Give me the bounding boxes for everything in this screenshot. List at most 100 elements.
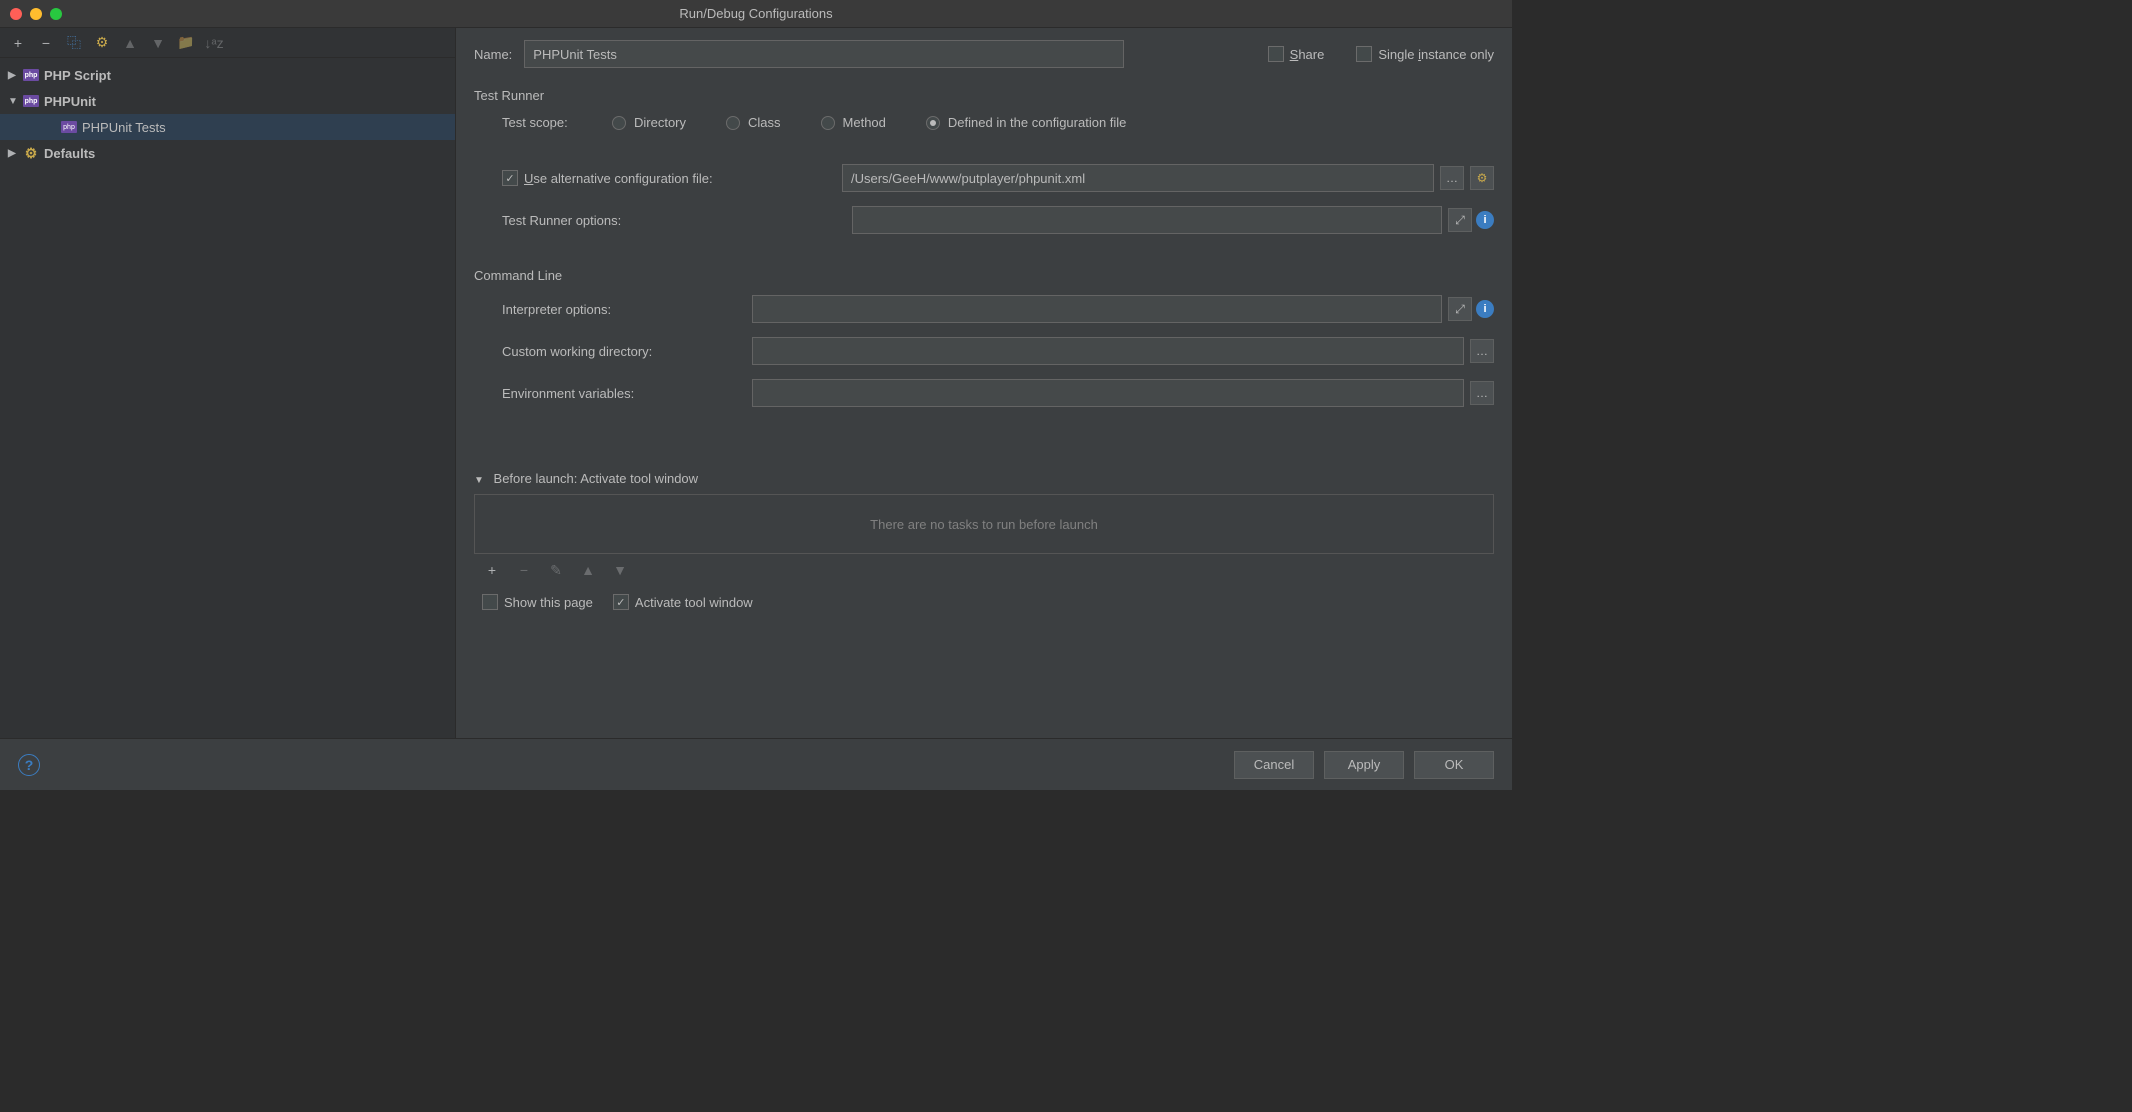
chevron-right-icon: ▶ <box>8 148 22 159</box>
expand-interpreter-button[interactable]: ⤢ <box>1448 297 1472 321</box>
close-window-button[interactable] <box>10 8 22 20</box>
config-settings-button[interactable]: ⚙ <box>1470 166 1494 190</box>
gear-icon: ⚙ <box>22 145 40 162</box>
before-launch-toolbar: + − ✎ ▲ ▼ <box>474 554 1494 586</box>
before-launch-title: Before launch: Activate tool window <box>494 471 699 486</box>
php-icon: php <box>60 121 78 133</box>
activate-tool-checkbox[interactable] <box>613 594 629 610</box>
before-launch-checks: Show this page Activate tool window <box>474 586 1494 618</box>
runner-options-row: Test Runner options: ⤢ i <box>474 206 1494 234</box>
browse-env-vars-button[interactable]: … <box>1470 381 1494 405</box>
copy-config-button[interactable]: ⿻ <box>64 33 84 53</box>
show-page-checkbox-wrap[interactable]: Show this page <box>482 594 593 610</box>
working-dir-input[interactable] <box>752 337 1464 365</box>
titlebar: Run/Debug Configurations <box>0 0 1512 28</box>
env-vars-label: Environment variables: <box>502 386 752 401</box>
test-runner-title: Test Runner <box>474 88 1494 103</box>
test-scope-label: Test scope: <box>502 115 612 130</box>
help-button[interactable]: ? <box>18 754 40 776</box>
radio-class[interactable]: Class <box>726 115 781 130</box>
runner-options-input[interactable] <box>852 206 1442 234</box>
test-scope-radio-group: Directory Class Method Defined in the co… <box>612 115 1126 130</box>
working-dir-row: Custom working directory: … <box>474 337 1494 365</box>
minimize-window-button[interactable] <box>30 8 42 20</box>
info-icon[interactable]: i <box>1476 211 1494 229</box>
use-alt-config-checkbox[interactable] <box>502 170 518 186</box>
edit-task-button[interactable]: ✎ <box>546 560 566 580</box>
ok-button[interactable]: OK <box>1414 751 1494 779</box>
radio-config-file[interactable]: Defined in the configuration file <box>926 115 1127 130</box>
info-icon[interactable]: i <box>1476 300 1494 318</box>
add-config-button[interactable]: + <box>8 33 28 53</box>
interpreter-options-row: Interpreter options: ⤢ i <box>474 295 1494 323</box>
working-dir-label: Custom working directory: <box>502 344 752 359</box>
edit-defaults-button[interactable]: ⚙ <box>92 33 112 53</box>
move-task-up-button[interactable]: ▲ <box>578 560 598 580</box>
footer: ? Cancel Apply OK <box>0 738 1512 790</box>
use-alt-config-label: Use alternative configuration file: <box>524 171 713 186</box>
radio-directory[interactable]: Directory <box>612 115 686 130</box>
maximize-window-button[interactable] <box>50 8 62 20</box>
use-alt-config-checkbox-wrap[interactable]: Use alternative configuration file: <box>502 170 842 186</box>
share-checkbox-wrap[interactable]: SSharehare <box>1268 46 1325 62</box>
activate-tool-checkbox-wrap[interactable]: Activate tool window <box>613 594 753 610</box>
before-launch-section: ▼ Before launch: Activate tool window Th… <box>474 471 1494 618</box>
php-icon: php <box>22 69 40 81</box>
config-tree: ▶ php PHP Script ▼ php PHPUnit php PHPUn… <box>0 58 455 738</box>
show-page-label: Show this page <box>504 595 593 610</box>
share-label: SSharehare <box>1290 47 1325 62</box>
move-down-button[interactable]: ▼ <box>148 33 168 53</box>
sidebar: + − ⿻ ⚙ ▲ ▼ 📁 ↓ᵃz ▶ php PHP Script ▼ php… <box>0 28 456 738</box>
name-input[interactable] <box>524 40 1124 68</box>
tree-label: Defaults <box>44 146 95 161</box>
move-up-button[interactable]: ▲ <box>120 33 140 53</box>
tree-item-php-script[interactable]: ▶ php PHP Script <box>0 62 455 88</box>
name-row: Name: SSharehare Single instance only <box>474 40 1494 68</box>
folder-button[interactable]: 📁 <box>176 33 196 53</box>
runner-options-label: Test Runner options: <box>502 213 852 228</box>
browse-working-dir-button[interactable]: … <box>1470 339 1494 363</box>
single-instance-label: Single instance only <box>1378 47 1494 62</box>
single-instance-checkbox[interactable] <box>1356 46 1372 62</box>
env-vars-input[interactable] <box>752 379 1464 407</box>
remove-config-button[interactable]: − <box>36 33 56 53</box>
dialog-window: Run/Debug Configurations + − ⿻ ⚙ ▲ ▼ 📁 ↓… <box>0 0 1512 790</box>
window-title: Run/Debug Configurations <box>679 6 832 21</box>
sidebar-toolbar: + − ⿻ ⚙ ▲ ▼ 📁 ↓ᵃz <box>0 28 455 58</box>
window-controls <box>0 8 62 20</box>
body: + − ⿻ ⚙ ▲ ▼ 📁 ↓ᵃz ▶ php PHP Script ▼ php… <box>0 28 1512 738</box>
before-launch-tasks: There are no tasks to run before launch <box>474 494 1494 554</box>
move-task-down-button[interactable]: ▼ <box>610 560 630 580</box>
cancel-button[interactable]: Cancel <box>1234 751 1314 779</box>
empty-tasks-text: There are no tasks to run before launch <box>870 517 1098 532</box>
share-checkbox[interactable] <box>1268 46 1284 62</box>
tree-item-phpunit-tests[interactable]: php PHPUnit Tests <box>0 114 455 140</box>
browse-config-button[interactable]: … <box>1440 166 1464 190</box>
sort-button[interactable]: ↓ᵃz <box>204 33 224 53</box>
tree-label: PHPUnit <box>44 94 96 109</box>
interpreter-options-input[interactable] <box>752 295 1442 323</box>
main-panel: Name: SSharehare Single instance only Te… <box>456 28 1512 738</box>
add-task-button[interactable]: + <box>482 560 502 580</box>
footer-buttons: Cancel Apply OK <box>1234 751 1494 779</box>
activate-tool-label: Activate tool window <box>635 595 753 610</box>
before-launch-header[interactable]: ▼ Before launch: Activate tool window <box>474 471 1494 486</box>
tree-label: PHP Script <box>44 68 111 83</box>
env-vars-row: Environment variables: … <box>474 379 1494 407</box>
php-icon: php <box>22 95 40 107</box>
interpreter-options-label: Interpreter options: <box>502 302 752 317</box>
show-page-checkbox[interactable] <box>482 594 498 610</box>
apply-button[interactable]: Apply <box>1324 751 1404 779</box>
tree-item-phpunit[interactable]: ▼ php PHPUnit <box>0 88 455 114</box>
test-scope-row: Test scope: Directory Class Method Defin… <box>474 115 1494 130</box>
expand-runner-options-button[interactable]: ⤢ <box>1448 208 1472 232</box>
tree-label: PHPUnit Tests <box>82 120 166 135</box>
chevron-down-icon: ▼ <box>8 96 22 107</box>
name-label: Name: <box>474 47 512 62</box>
tree-item-defaults[interactable]: ▶ ⚙ Defaults <box>0 140 455 166</box>
alt-config-input[interactable] <box>842 164 1434 192</box>
single-instance-checkbox-wrap[interactable]: Single instance only <box>1356 46 1494 62</box>
alt-config-row: Use alternative configuration file: … ⚙ <box>474 164 1494 192</box>
radio-method[interactable]: Method <box>821 115 886 130</box>
remove-task-button[interactable]: − <box>514 560 534 580</box>
